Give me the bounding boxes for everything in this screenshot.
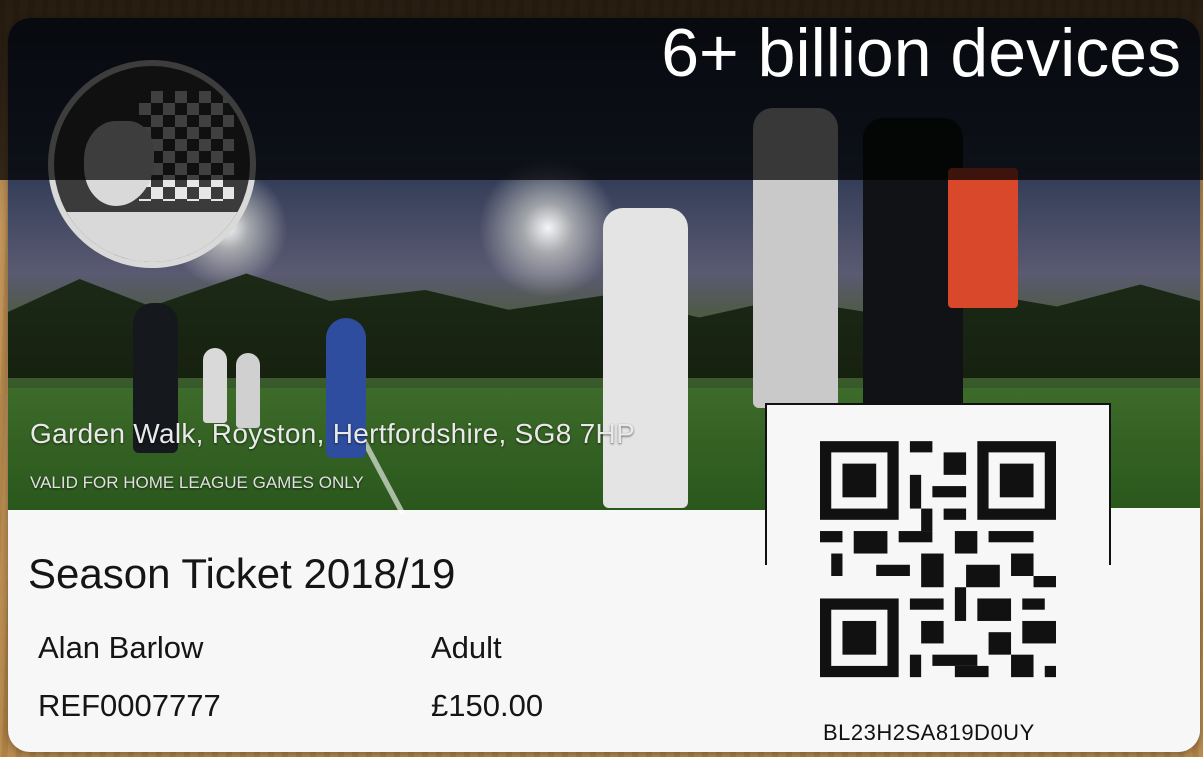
caption-banner: 6+ billion devices (0, 0, 1203, 180)
ticket-title: Season Ticket 2018/19 (28, 550, 456, 597)
player-figure (236, 353, 260, 428)
crest-base (54, 212, 250, 262)
qr-code (820, 441, 1056, 678)
holder-name: Alan Barlow (38, 630, 204, 665)
caption-text: 6+ billion devices (661, 15, 1181, 91)
ticket-type: Adult (431, 630, 502, 665)
ticket-reference: REF0007777 (38, 688, 221, 723)
validity-note: VALID FOR HOME LEAGUE GAMES ONLY (30, 473, 364, 492)
venue-address: Garden Walk, Royston, Hertfordshire, SG8… (30, 418, 636, 449)
player-figure (603, 208, 688, 508)
player-figure (203, 348, 227, 423)
qr-reference-code: BL23H2SA819D0UY (823, 720, 1035, 745)
ticket-price: £150.00 (431, 688, 544, 723)
linesman-flag (948, 168, 1018, 308)
